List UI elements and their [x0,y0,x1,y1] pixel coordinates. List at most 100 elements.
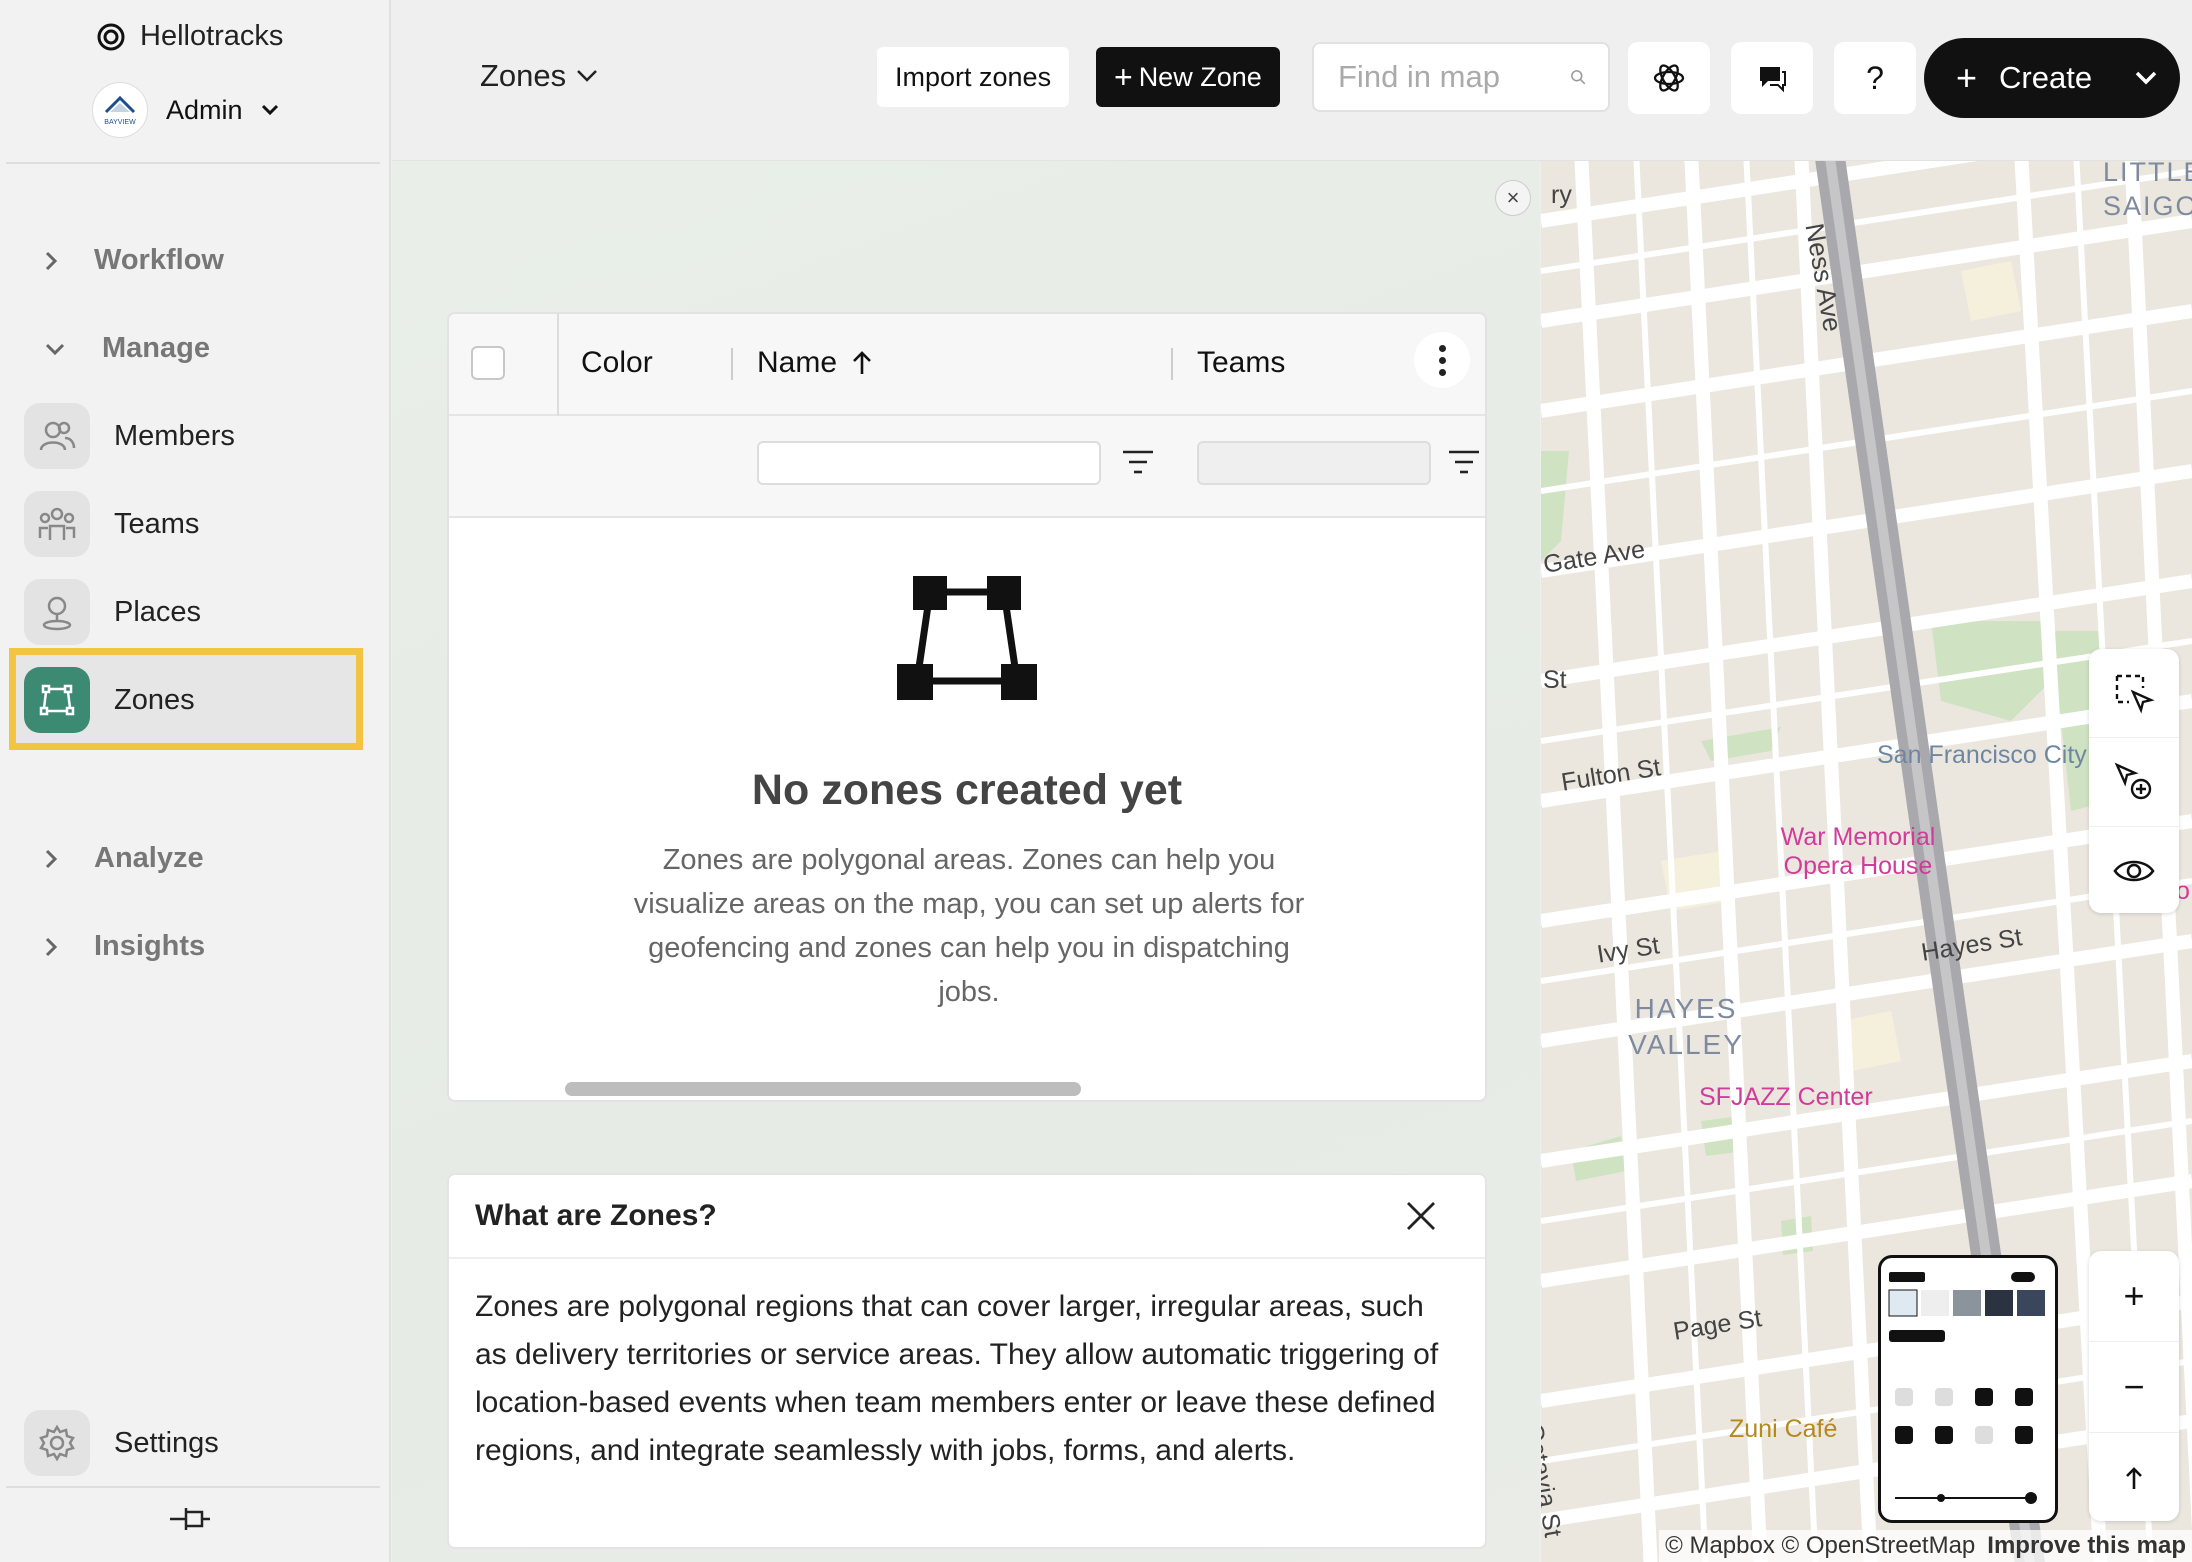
close-icon[interactable] [1405,1200,1437,1232]
plus-icon: + [1956,57,1978,98]
section-label: Manage [102,332,210,364]
gear-icon [24,1410,90,1476]
map-district-label: HAYES VALLEY [1628,993,1744,1060]
column-resizer[interactable] [731,348,733,380]
column-resizer[interactable] [1171,348,1173,380]
select-all-checkbox[interactable] [471,346,505,380]
section-insights[interactable]: Insights [44,930,205,963]
visibility-toggle[interactable] [2089,827,2179,915]
sidebar-divider [6,1486,380,1488]
chevron-right-icon [45,251,58,270]
sidebar-item-settings[interactable]: Settings [24,1410,219,1476]
create-label: Create [1999,60,2093,95]
members-icon [24,403,90,469]
section-analyze[interactable]: Analyze [44,842,204,875]
org-name: Admin [166,94,243,125]
close-panel-button[interactable]: × [1495,180,1531,216]
filter-icon[interactable] [1121,448,1155,476]
map-layers-preview[interactable] [1878,1255,2058,1523]
table-filter-row [449,416,1485,518]
search-input[interactable] [1336,58,1570,96]
sort-ascending-icon [853,351,871,374]
more-options-icon[interactable] [1414,332,1470,388]
svg-text:BAYVIEW: BAYVIEW [104,119,136,126]
create-button[interactable]: + Create [1924,38,2180,118]
zones-icon [24,667,90,733]
section-manage[interactable]: Manage [44,332,210,365]
chat-button[interactable] [1731,42,1813,114]
column-header-name[interactable]: Name [757,346,873,380]
column-header-teams[interactable]: Teams [1197,346,1285,380]
sidebar-item-teams[interactable]: Teams [24,484,364,564]
brand-name: Hellotracks [140,20,284,52]
horizontal-scrollbar[interactable] [565,1082,1081,1096]
improve-map-link[interactable]: Improve this map [1987,1532,2186,1559]
sidebar-item-label: Members [114,419,235,452]
map-poi-label: War Memorial Opera House [1780,823,1936,880]
sidebar-item-label: Zones [114,683,195,716]
zoom-controls: + − [2089,1251,2179,1521]
cursor-add-icon [2114,762,2152,800]
add-point-tool[interactable] [2089,738,2179,827]
section-workflow[interactable]: Workflow [44,244,224,277]
eye-icon [2113,860,2155,882]
north-arrow-icon [2126,1467,2142,1489]
zones-panel: × Color Name Teams No zones created yet … [392,161,1540,1562]
layers-thumbnail [1888,1272,2045,1504]
zoom-in-button[interactable]: + [2089,1251,2179,1342]
empty-state-title: No zones created yet [751,766,1183,814]
info-card-header: What are Zones? [449,1175,1485,1259]
sidebar-divider [6,162,380,164]
column-header-color[interactable]: Color [581,346,653,380]
sidebar-item-members[interactable]: Members [24,396,364,476]
zone-polygon-icon [897,576,1037,700]
map-view[interactable]: ry Ness Ave LITTLE SAIGO Gate Ave St Ful… [1541,161,2192,1562]
section-label: Workflow [94,244,224,276]
sidebar-item-places[interactable]: Places [24,572,364,652]
teams-filter-input[interactable] [1197,441,1431,485]
pin-sidebar-icon[interactable] [168,1504,212,1539]
help-icon: ? [1866,59,1884,96]
view-selector[interactable]: Zones [480,58,598,94]
info-card-body: Zones are polygonal regions that can cov… [475,1290,1439,1467]
filter-icon[interactable] [1447,448,1481,476]
section-label: Analyze [94,842,204,874]
info-card-title: What are Zones? [475,1199,717,1232]
chevron-down-icon [261,104,278,116]
map-tools [2089,649,2179,913]
close-icon: × [1506,185,1520,210]
select-area-icon [2115,674,2155,714]
zoom-out-button[interactable]: − [2089,1342,2179,1433]
help-button[interactable]: ? [1834,42,1916,114]
teams-icon [24,491,90,557]
view-selector-label: Zones [480,58,567,93]
chevron-down-icon[interactable] [2134,70,2158,86]
import-zones-label: Import zones [895,61,1052,92]
attribution-text[interactable]: © Mapbox © OpenStreetMap [1665,1532,1975,1559]
sidebar-item-label: Settings [114,1426,219,1459]
ai-assistant-button[interactable] [1628,42,1710,114]
places-icon [24,579,90,645]
map-poi-label: SFJAZZ Center [1699,1083,1873,1111]
compass-button[interactable] [2089,1433,2179,1523]
new-zone-button[interactable]: + New Zone [1096,47,1280,107]
hellotracks-logo-icon [97,23,125,50]
name-filter-input[interactable] [757,441,1101,485]
topbar: Zones Import zones + New Zone ? + Create [392,0,2192,162]
lasso-select-tool[interactable] [2089,649,2179,738]
sidebar-item-zones[interactable]: Zones [24,660,364,740]
import-zones-button[interactable]: Import zones [877,47,1070,107]
plus-icon: + [1114,58,1133,95]
zones-table: Color Name Teams No zones created yet Zo… [447,312,1487,1102]
org-switcher[interactable]: BAYVIEW Admin [92,82,279,138]
chat-icon [1760,67,1786,93]
sidebar: Hellotracks BAYVIEW Admin Workflow Manag… [0,0,391,1562]
openai-icon [1653,64,1685,92]
chevron-right-icon [45,937,58,956]
sidebar-item-label: Places [114,595,202,628]
map-street-label: St [1543,666,1567,694]
search-icon [1571,70,1586,85]
find-in-map-search[interactable] [1312,42,1610,112]
brand[interactable]: Hellotracks [96,20,283,53]
chevron-down-icon [577,70,598,82]
